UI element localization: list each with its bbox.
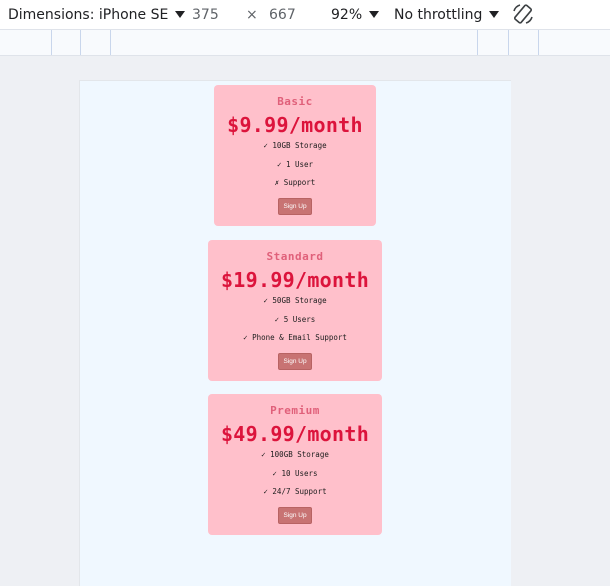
plan-name: Premium: [270, 404, 320, 417]
device-toolbar: Dimensions: iPhone SE 375 × 667 92% No t…: [0, 0, 610, 30]
chevron-down-icon: [489, 11, 500, 18]
ruler-tick[interactable]: [110, 30, 111, 55]
throttling-label: No throttling: [394, 6, 483, 23]
chevron-down-icon: [175, 11, 186, 18]
device-selector-label: Dimensions: iPhone SE: [8, 6, 169, 23]
plan-price: $9.99/month: [227, 113, 363, 137]
chevron-down-icon: [369, 11, 380, 18]
feature-item: ✓ 10GB Storage: [263, 141, 327, 150]
pricing-card-standard: Standard $19.99/month ✓ 50GB Storage ✓ 5…: [208, 240, 382, 381]
sign-up-button[interactable]: Sign Up: [278, 352, 312, 370]
height-input[interactable]: 667: [269, 0, 296, 29]
width-input[interactable]: 375: [192, 0, 219, 29]
ruler-tick[interactable]: [51, 30, 52, 55]
plan-name: Standard: [266, 250, 324, 263]
feature-item: ✓ 50GB Storage: [263, 296, 327, 305]
rotate-icon[interactable]: [511, 2, 535, 26]
device-selector[interactable]: Dimensions: iPhone SE: [8, 0, 186, 29]
media-query-ruler: [0, 30, 610, 56]
ruler-tick[interactable]: [80, 30, 81, 55]
times-icon: ×: [246, 6, 258, 23]
throttling-selector[interactable]: No throttling: [394, 0, 500, 29]
feature-item: ✓ 10 Users: [272, 468, 318, 478]
sign-up-button[interactable]: Sign Up: [278, 197, 312, 215]
sign-up-button[interactable]: Sign Up: [278, 506, 312, 524]
ruler-tick[interactable]: [538, 30, 539, 55]
pricing-card-premium: Premium $49.99/month ✓ 100GB Storage ✓ 1…: [208, 394, 382, 535]
plan-price: $49.99/month: [220, 422, 370, 446]
device-viewport: Basic $9.99/month ✓ 10GB Storage ✓ 1 Use…: [79, 80, 511, 586]
plan-name: Basic: [277, 95, 313, 108]
feature-item: ✓ 24/7 Support: [263, 487, 327, 496]
feature-item: ✓ 1 User: [276, 159, 314, 169]
feature-item: ✓ 5 Users: [274, 314, 316, 324]
plan-price: $19.99/month: [220, 268, 370, 292]
ruler-tick[interactable]: [508, 30, 509, 55]
feature-item: ✓ 100GB Storage: [261, 450, 329, 459]
feature-item: ✗ Support: [274, 178, 316, 187]
pricing-card-basic: Basic $9.99/month ✓ 10GB Storage ✓ 1 Use…: [214, 85, 376, 226]
zoom-label: 92%: [331, 6, 363, 23]
feature-item: ✓ Phone & Email Support: [243, 333, 347, 342]
ruler-tick[interactable]: [477, 30, 478, 55]
zoom-selector[interactable]: 92%: [331, 0, 380, 29]
